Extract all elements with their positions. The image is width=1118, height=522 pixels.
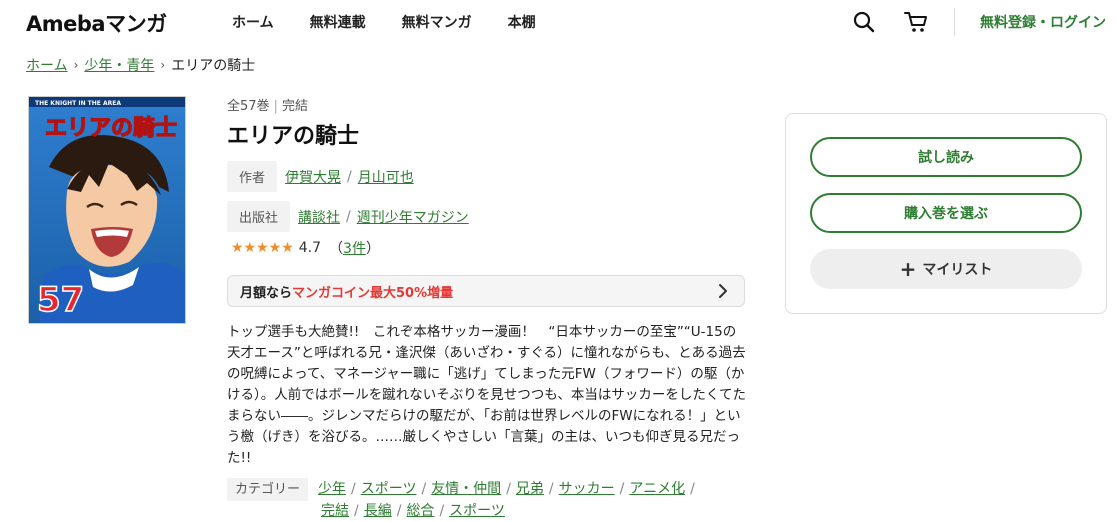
coin-promo-banner[interactable]: 月額なら マンガコイン最大50%増量 [227, 275, 745, 307]
breadcrumb-chevron-icon: › [73, 58, 79, 72]
main-nav: ホーム 無料連載 無料マンガ 本棚 [232, 12, 572, 32]
nav-bookshelf[interactable]: 本棚 [508, 12, 536, 32]
category-link[interactable]: 総合 [406, 503, 434, 519]
breadcrumb: ホーム › 少年・青年 › エリアの騎士 [26, 55, 255, 75]
book-cover[interactable]: THE KNIGHT IN THE AREA エリアの騎士 57 [28, 96, 186, 324]
select-volume-button[interactable]: 購入巻を選ぶ [810, 193, 1082, 233]
breadcrumb-home[interactable]: ホーム [26, 55, 68, 75]
review-count-link[interactable]: 3件 [343, 241, 366, 257]
search-icon[interactable] [852, 10, 876, 34]
book-title: エリアの騎士 [227, 124, 360, 149]
rating: ★★★★★ 4.7 （3件） [231, 238, 380, 258]
category-line: カテゴリー 少年 / スポーツ / 友情・仲間 / 兄弟 / サッカー / アニメ化 / [227, 478, 747, 501]
nav-home[interactable]: ホーム [232, 12, 274, 32]
cover-volume: 57 [37, 280, 84, 320]
cart-icon[interactable] [904, 10, 928, 34]
cover-series-en: THE KNIGHT IN THE AREA [35, 100, 121, 107]
site-logo[interactable]: Amebaマンガ [26, 8, 167, 38]
category-link[interactable]: 完結 [321, 503, 349, 519]
chevron-right-icon [716, 283, 730, 303]
mylist-label: マイリスト [922, 262, 993, 278]
author-tag: 作者 [227, 161, 278, 192]
magazine-link[interactable]: 週刊少年マガジン [357, 207, 469, 227]
category-link[interactable]: 長編 [364, 503, 392, 519]
trial-read-button[interactable]: 試し読み [810, 137, 1082, 177]
author-link[interactable]: 伊賀大晃 [285, 167, 341, 187]
category-link[interactable]: アニメ化 [629, 481, 685, 497]
volume-status: 全57巻 | 完結 [227, 95, 308, 114]
category-link[interactable]: 友情・仲間 [431, 481, 501, 497]
meta-divider: | [273, 99, 278, 114]
publisher-row: 出版社 講談社 / 週刊少年マガジン [227, 201, 469, 232]
promo-prefix: 月額なら [240, 285, 293, 301]
author-row: 作者 伊賀大晃 / 月山可也 [227, 161, 414, 192]
category-link[interactable]: スポーツ [449, 503, 505, 519]
rating-count: （3件） [329, 241, 380, 257]
mylist-button[interactable]: + マイリスト [810, 249, 1082, 289]
rating-value: 4.7 [298, 240, 322, 256]
category-link[interactable]: 兄弟 [516, 481, 544, 497]
plus-icon: + [899, 257, 917, 281]
login-link[interactable]: 無料登録・ログイン [980, 12, 1106, 32]
slash-divider: / [346, 208, 351, 225]
category-link[interactable]: スポーツ [361, 481, 417, 497]
category-list: カテゴリー 少年 / スポーツ / 友情・仲間 / 兄弟 / サッカー / アニメ化 / 完結 / 長編 / 総… [227, 478, 747, 522]
site-header: Amebaマンガ ホーム 無料連載 無料マンガ 本棚 無料登録・ログイン [0, 0, 1118, 44]
breadcrumb-chevron-icon: › [160, 58, 166, 72]
completion-status: 完結 [281, 99, 308, 114]
author-link[interactable]: 月山可也 [358, 167, 414, 187]
action-panel: 試し読み 購入巻を選ぶ + マイリスト [785, 113, 1107, 314]
promo-highlight: マンガコイン最大50%増量 [292, 285, 454, 301]
header-divider [954, 8, 955, 36]
nav-free-manga[interactable]: 無料マンガ [402, 12, 472, 32]
category-link[interactable]: サッカー [559, 481, 615, 497]
category-line: 完結 / 長編 / 総合 / スポーツ [321, 503, 505, 519]
nav-free-serial[interactable]: 無料連載 [310, 12, 366, 32]
publisher-link[interactable]: 講談社 [298, 207, 340, 227]
book-description: トップ選手も大絶賛!! これぞ本格サッカー漫画！ “日本サッカーの至宝”“U-1… [227, 324, 746, 466]
category-link[interactable]: 少年 [318, 481, 346, 497]
breadcrumb-current: エリアの騎士 [171, 58, 256, 74]
category-label: カテゴリー [227, 478, 309, 501]
slash-divider: / [347, 168, 352, 185]
breadcrumb-shonen[interactable]: 少年・青年 [84, 55, 154, 75]
publisher-tag: 出版社 [227, 201, 291, 232]
cover-title: エリアの騎士 [45, 116, 177, 141]
star-rating-icon: ★★★★★ [231, 240, 294, 256]
volume-count: 全57巻 [227, 99, 270, 114]
